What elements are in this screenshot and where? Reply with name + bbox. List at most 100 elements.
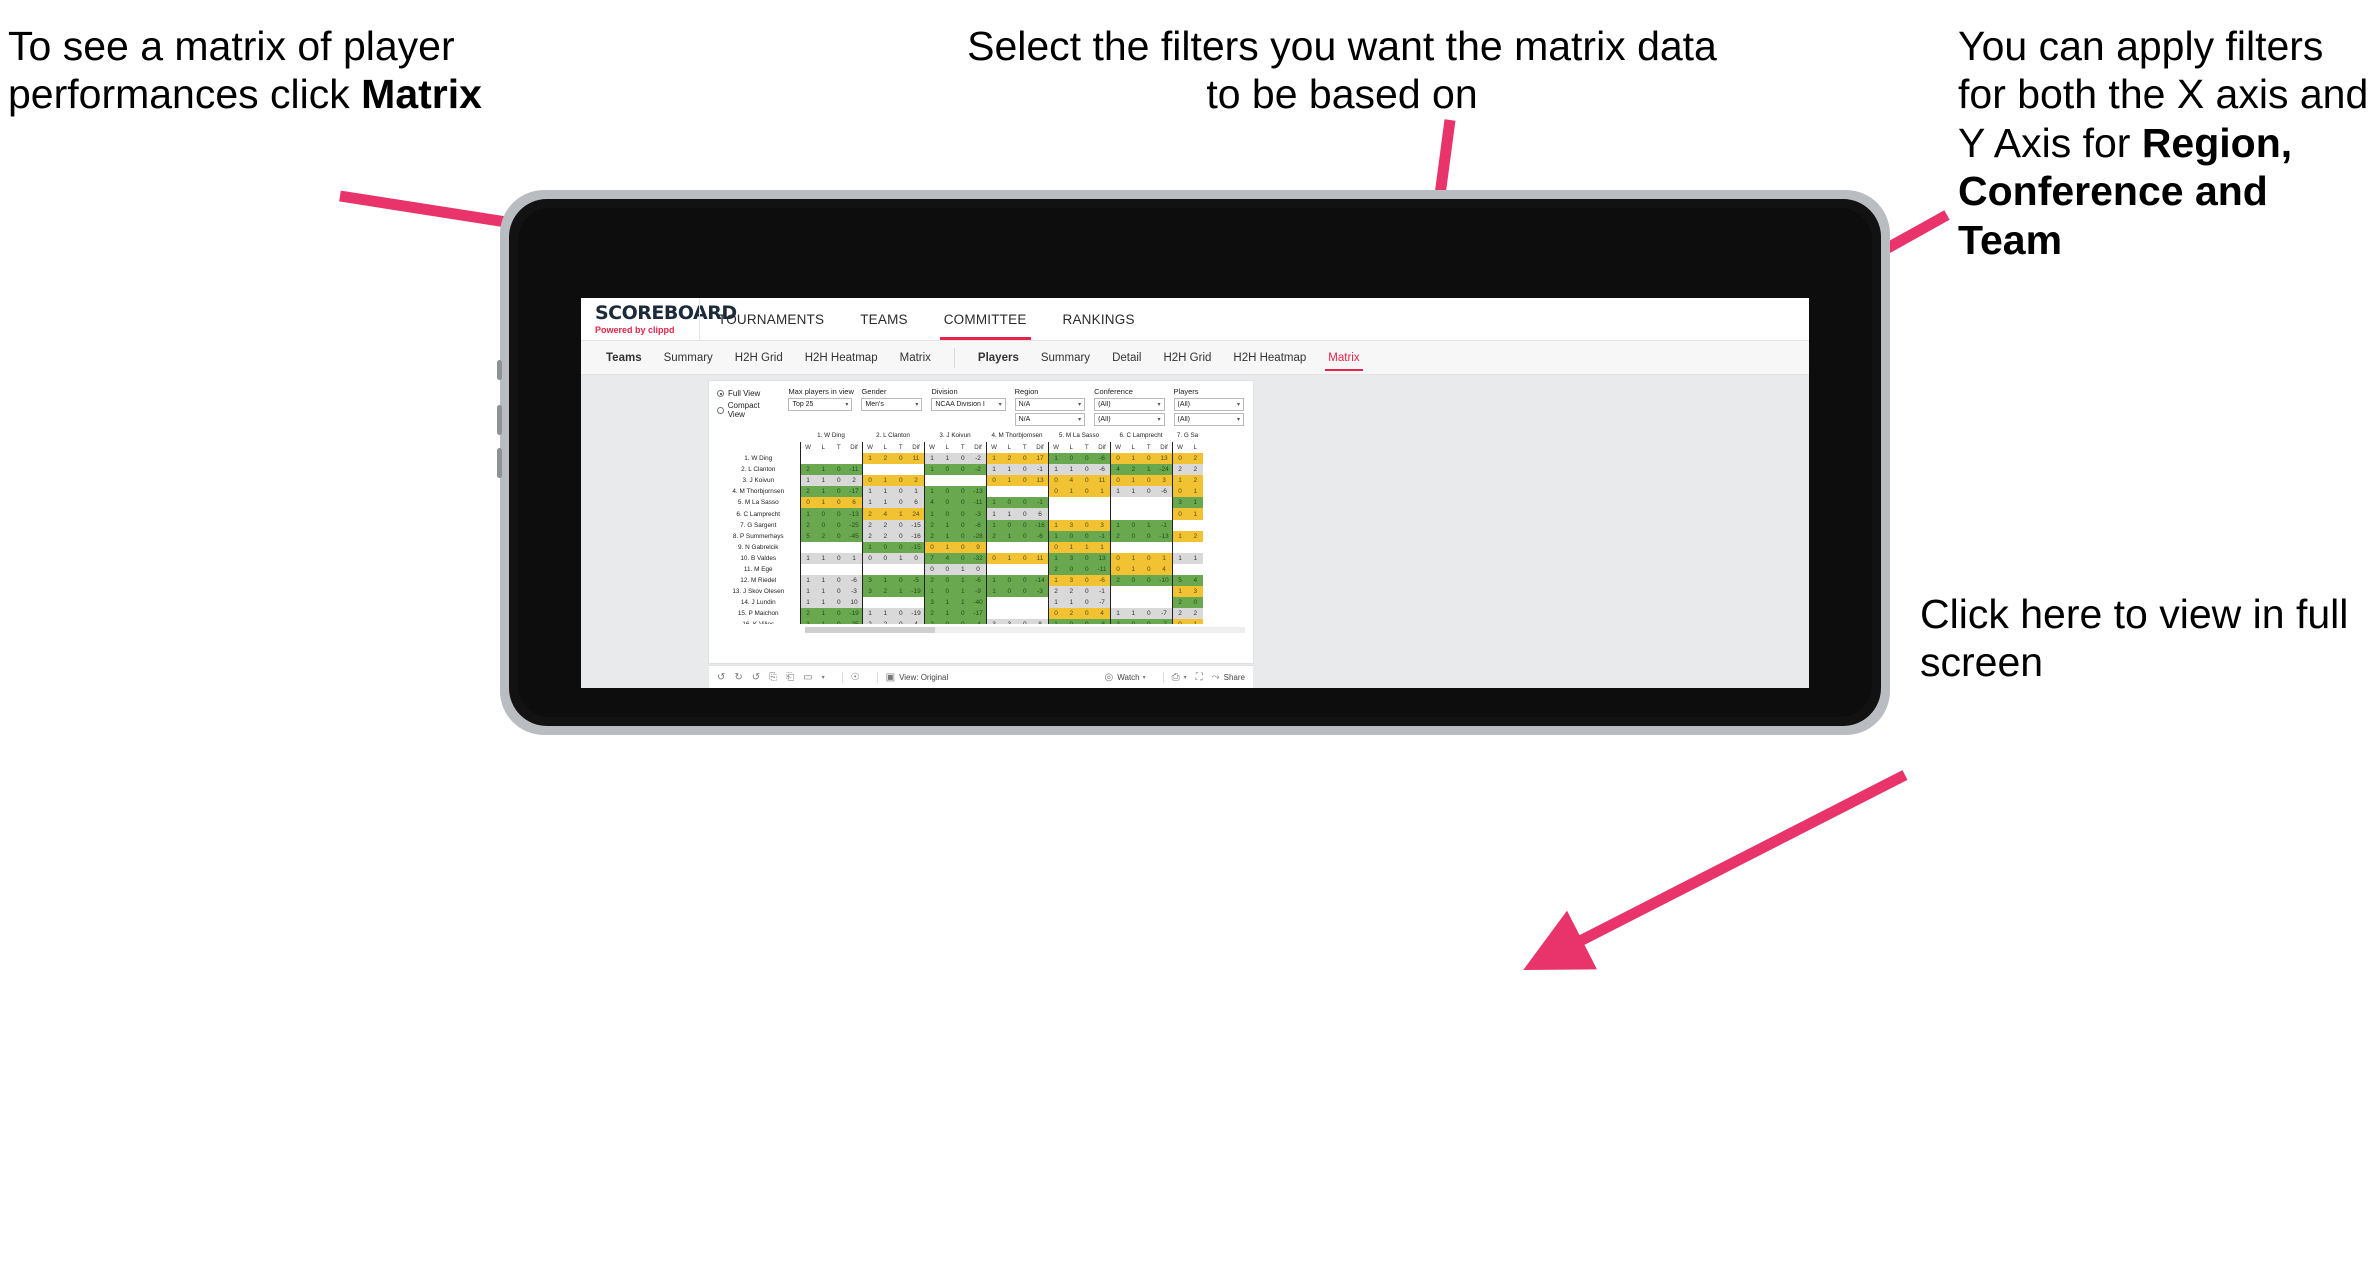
matrix-cell[interactable]: 2 xyxy=(877,519,893,531)
matrix-cell[interactable]: 2 xyxy=(877,530,893,542)
matrix-cell[interactable]: 1 xyxy=(985,586,1002,598)
matrix-cell[interactable]: 1 xyxy=(1047,619,1064,624)
matrix-cell[interactable]: 6 xyxy=(846,497,862,509)
tablet-button-volume-down[interactable] xyxy=(497,448,502,478)
matrix-cell[interactable]: 1 xyxy=(1063,541,1079,553)
filter-region-select-x[interactable]: N/A ▾ xyxy=(1014,398,1086,411)
matrix-cell[interactable] xyxy=(1109,597,1126,609)
matrix-cell[interactable]: 1 xyxy=(1187,486,1203,498)
table-row[interactable]: 13. J Skov Olesen 1 1 0 -3 3 2 1 -19 1 0 1 -9 1 0 0 -3 2 2… xyxy=(717,586,1203,598)
matrix-cell[interactable]: -11 xyxy=(846,464,862,476)
matrix-cell[interactable]: 0 xyxy=(1079,552,1095,564)
matrix-cell[interactable]: 1 xyxy=(1001,530,1017,542)
matrix-cell[interactable]: 0 xyxy=(893,530,909,542)
matrix-cell[interactable]: 2 xyxy=(1125,464,1141,476)
matrix-cell[interactable]: 0 xyxy=(1063,563,1079,576)
matrix-cell[interactable]: 0 xyxy=(1017,552,1033,564)
matrix-cell[interactable] xyxy=(1109,586,1126,598)
matrix-cell[interactable]: 0 xyxy=(1125,619,1141,624)
matrix-cell[interactable]: 0 xyxy=(955,530,971,542)
matrix-cell[interactable]: 0 xyxy=(1017,497,1033,509)
matrix-cell[interactable]: 0 xyxy=(1141,619,1157,624)
matrix-cell[interactable]: 0 xyxy=(831,497,847,509)
matrix-cell[interactable]: 0 xyxy=(831,475,847,487)
matrix-cell[interactable] xyxy=(861,464,878,476)
matrix-cell[interactable]: 0 xyxy=(1017,575,1033,587)
matrix-cell[interactable]: 0 xyxy=(831,519,847,531)
matrix-cell[interactable]: 2 xyxy=(923,608,940,620)
table-row[interactable]: 3. J Koivun 1 1 0 2 0 1 0 2 0 1 0 13 0 4 0 11 0 1 0 3 1 2 xyxy=(717,475,1203,487)
matrix-cell[interactable]: 1 xyxy=(1094,541,1110,553)
matrix-cell[interactable] xyxy=(955,475,971,487)
table-row[interactable]: 9. N Gabrelcik 1 0 0 -15 0 1 0 9 0 1 1 1 xyxy=(717,541,1203,553)
table-row[interactable]: 6. C Lamprecht 1 0 0 -13 2 4 1 24 1 0 0 -3 1 1 0 6 0 1 xyxy=(717,508,1203,520)
matrix-cell[interactable]: 0 xyxy=(1079,530,1095,542)
matrix-cell[interactable]: 1 xyxy=(1171,475,1188,487)
matrix-cell[interactable]: 0 xyxy=(831,586,847,598)
matrix-cell[interactable]: 2 xyxy=(799,519,816,531)
subtab-teams-h2h-grid[interactable]: H2H Grid xyxy=(724,341,794,375)
matrix-cell[interactable]: -1 xyxy=(1032,497,1048,509)
matrix-cell[interactable]: 4 xyxy=(923,497,940,509)
matrix-cell[interactable]: 0 xyxy=(893,541,909,553)
matrix-cell[interactable]: 3 xyxy=(985,619,1002,624)
matrix-cell[interactable]: 1 xyxy=(877,608,893,620)
matrix-cell[interactable] xyxy=(1017,563,1033,576)
matrix-cell[interactable] xyxy=(1141,497,1157,509)
matrix-cell[interactable] xyxy=(1171,563,1188,576)
matrix-cell[interactable] xyxy=(1156,541,1172,553)
brand-logo[interactable]: SCOREBOARD Powered by clippd xyxy=(581,303,737,335)
matrix-cell[interactable]: 0 xyxy=(815,519,831,531)
matrix-cell[interactable] xyxy=(1001,563,1017,576)
matrix-cell[interactable] xyxy=(1032,541,1048,553)
matrix-cell[interactable] xyxy=(908,597,924,609)
matrix-cell[interactable]: 0 xyxy=(908,552,924,564)
matrix-cell[interactable]: 1 xyxy=(815,619,831,624)
matrix-cell[interactable]: 0 xyxy=(831,619,847,624)
matrix-cell[interactable] xyxy=(970,475,986,487)
matrix-cell[interactable]: 1 xyxy=(1047,575,1064,587)
matrix-cell[interactable]: 0 xyxy=(1109,475,1126,487)
matrix-cell[interactable]: 0 xyxy=(1017,475,1033,487)
matrix-cell[interactable]: 0 xyxy=(1047,486,1064,498)
tablet-button-power[interactable] xyxy=(497,360,502,380)
matrix-cell[interactable]: -13 xyxy=(846,508,862,520)
matrix-cell[interactable]: -15 xyxy=(908,519,924,531)
matrix-cell[interactable] xyxy=(1171,519,1188,531)
matrix-cell[interactable]: -8 xyxy=(1094,619,1110,624)
matrix-cell[interactable]: 0 xyxy=(1001,519,1017,531)
matrix-cell[interactable]: 13 xyxy=(1032,475,1048,487)
matrix-cell[interactable]: 2 xyxy=(877,619,893,624)
table-row[interactable]: 7. G Sargent 2 0 0 -25 2 2 0 -15 2 1 0 -6 1 0 0 -16 1 3 0 3 1… xyxy=(717,519,1203,531)
matrix-cell[interactable] xyxy=(1047,508,1064,520)
matrix-cell[interactable]: 0 xyxy=(1109,552,1126,564)
matrix-cell[interactable]: 1 xyxy=(799,575,816,587)
matrix-cell[interactable]: 0 xyxy=(1079,486,1095,498)
matrix-cell[interactable]: 1 xyxy=(1001,464,1017,476)
refresh-icon[interactable]: ⎘ xyxy=(769,672,777,683)
matrix-cell[interactable]: 1 xyxy=(1109,608,1126,620)
matrix-cell[interactable] xyxy=(831,563,847,576)
matrix-cell[interactable]: -16 xyxy=(908,530,924,542)
matrix-cell[interactable] xyxy=(985,486,1002,498)
matrix-cell[interactable]: 0 xyxy=(1079,608,1095,620)
matrix-cell[interactable]: -3 xyxy=(846,586,862,598)
subtab-players-summary[interactable]: Summary xyxy=(1030,341,1101,375)
matrix-cell[interactable]: 1 xyxy=(799,508,816,520)
matrix-cell[interactable]: 0 xyxy=(1063,619,1079,624)
matrix-cell[interactable]: -32 xyxy=(970,552,986,564)
matrix-cell[interactable] xyxy=(1017,597,1033,609)
matrix-cell[interactable]: 0 xyxy=(939,497,955,509)
matrix-cell[interactable]: 1 xyxy=(985,575,1002,587)
matrix-cell[interactable]: 3 xyxy=(1001,619,1017,624)
matrix-cell[interactable]: 0 xyxy=(1017,508,1033,520)
matrix-cell[interactable]: 0 xyxy=(1079,597,1095,609)
matrix-cell[interactable]: 0 xyxy=(1141,563,1157,576)
matrix-cell[interactable] xyxy=(799,541,816,553)
matrix-cell[interactable]: 0 xyxy=(970,563,986,576)
matrix-cell[interactable]: 0 xyxy=(1171,619,1188,624)
matrix-cell[interactable]: 0 xyxy=(955,552,971,564)
matrix-cell[interactable]: 0 xyxy=(1079,575,1095,587)
matrix-cell[interactable]: 0 xyxy=(1001,575,1017,587)
matrix-cell[interactable]: 3 xyxy=(923,597,940,609)
